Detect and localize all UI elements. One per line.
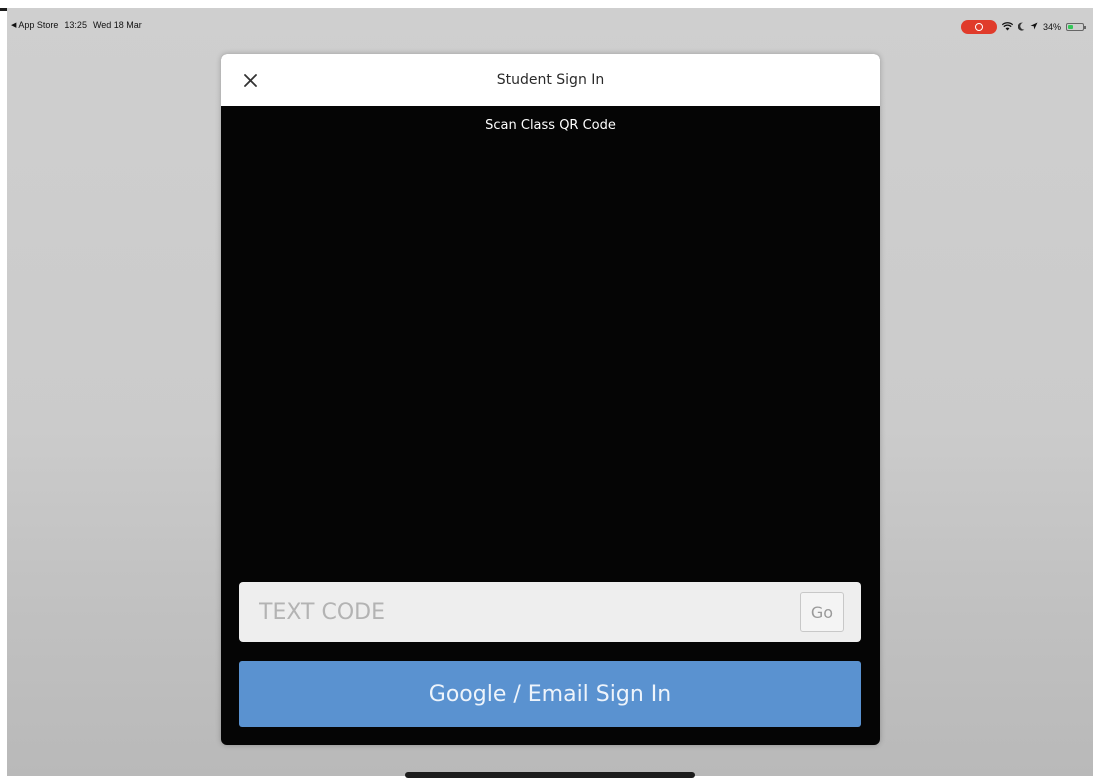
go-button[interactable]: Go [800, 592, 844, 632]
scan-instruction: Scan Class QR Code [485, 118, 616, 133]
status-time: 13:25 [64, 20, 87, 30]
qr-camera-view[interactable] [221, 106, 880, 582]
moon-icon [1017, 22, 1025, 33]
record-dot [974, 23, 983, 31]
battery-percent: 34% [1042, 22, 1061, 32]
student-sign-in-dialog: Student Sign In Scan Class QR Code Go Go… [221, 54, 880, 745]
text-code-input[interactable] [239, 582, 779, 642]
back-to-app-link[interactable]: ◀ App Store [11, 20, 58, 30]
status-bar-right: 34% [960, 20, 1086, 34]
back-arrow-icon: ◀ [11, 22, 17, 29]
location-icon [1030, 22, 1038, 32]
dialog-title: Student Sign In [496, 72, 605, 88]
google-email-sign-in-button[interactable]: Google / Email Sign In [239, 661, 861, 727]
status-bar-left: ◀ App Store 13:25 Wed 18 Mar [11, 20, 142, 30]
wifi-icon [1001, 21, 1014, 33]
back-app-label: App Store [18, 20, 59, 30]
home-indicator[interactable] [405, 772, 695, 778]
text-code-field: Go [239, 582, 861, 642]
status-date: Wed 18 Mar [92, 20, 142, 30]
screen-record-icon[interactable] [960, 20, 997, 34]
dialog-header: Student Sign In [221, 54, 880, 106]
battery-fill [1068, 25, 1073, 29]
battery-charging-icon [1066, 23, 1086, 31]
